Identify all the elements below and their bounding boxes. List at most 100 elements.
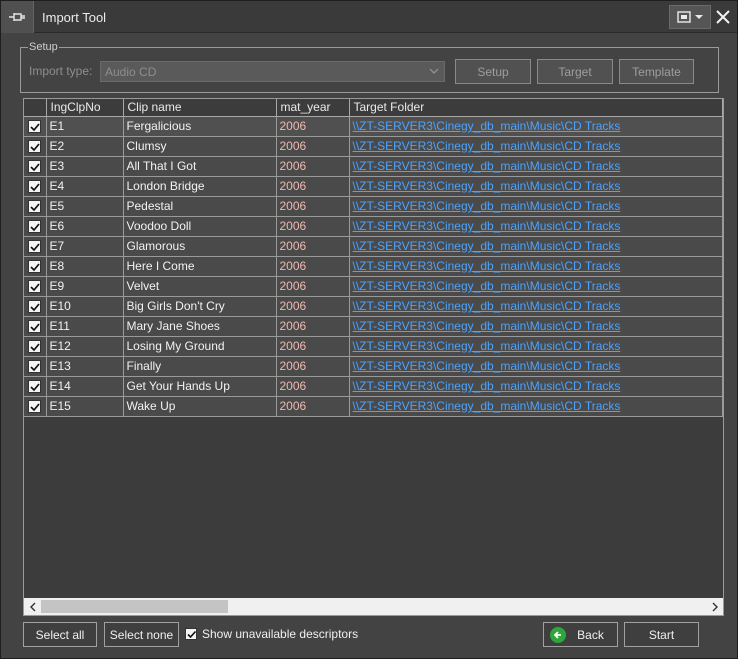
- cell-target-folder-link[interactable]: \\ZT-SERVER3\Cinegy_db_main\Music\CD Tra…: [349, 196, 723, 217]
- cell-clip-name: Glamorous: [123, 236, 277, 257]
- table-row[interactable]: E11 Mary Jane Shoes 2006 \\ZT-SERVER3\Cineg…: [24, 316, 723, 337]
- cell-mat-year: 2006: [276, 176, 350, 197]
- row-checkbox[interactable]: [24, 156, 47, 177]
- checkbox[interactable]: [28, 300, 42, 314]
- cell-target-folder-link[interactable]: \\ZT-SERVER3\Cinegy_db_main\Music\CD Tra…: [349, 296, 723, 317]
- cell-ingclpno: E2: [46, 136, 124, 157]
- table-row[interactable]: E5 Pedestal 2006 \\ZT-SERVER3\Cinegy_db_mai…: [24, 196, 723, 217]
- cell-target-folder-link[interactable]: \\ZT-SERVER3\Cinegy_db_main\Music\CD Tra…: [349, 316, 723, 337]
- cell-ingclpno: E13: [46, 356, 124, 377]
- row-checkbox[interactable]: [24, 316, 47, 337]
- scroll-right-icon[interactable]: [706, 598, 723, 615]
- select-all-button[interactable]: Select all: [23, 622, 97, 647]
- cell-target-folder-link[interactable]: \\ZT-SERVER3\Cinegy_db_main\Music\CD Tra…: [349, 236, 723, 257]
- import-type-select[interactable]: Audio CD: [100, 61, 445, 82]
- cell-target-folder-link[interactable]: \\ZT-SERVER3\Cinegy_db_main\Music\CD Tra…: [349, 156, 723, 177]
- select-none-button[interactable]: Select none: [104, 622, 179, 647]
- checkbox[interactable]: [28, 380, 42, 394]
- cell-target-folder-link[interactable]: \\ZT-SERVER3\Cinegy_db_main\Music\CD Tra…: [349, 136, 723, 157]
- row-checkbox[interactable]: [24, 136, 47, 157]
- table-row[interactable]: E2 Clumsy 2006 \\ZT-SERVER3\Cinegy_db_main\…: [24, 136, 723, 157]
- cell-ingclpno: E1: [46, 116, 124, 137]
- cell-mat-year: 2006: [276, 316, 350, 337]
- table-row[interactable]: E3 All That I Got 2006 \\ZT-SERVER3\Cinegy_…: [24, 156, 723, 177]
- checkbox[interactable]: [28, 140, 42, 154]
- checkbox[interactable]: [28, 260, 42, 274]
- table-row[interactable]: E4 London Bridge 2006 \\ZT-SERVER3\Cinegy_d…: [24, 176, 723, 197]
- table-row[interactable]: E15 Wake Up 2006 \\ZT-SERVER3\Cinegy_db_mai…: [24, 396, 723, 417]
- row-checkbox[interactable]: [24, 376, 47, 397]
- row-checkbox[interactable]: [24, 256, 47, 277]
- setup-legend: Setup: [28, 41, 59, 53]
- cell-target-folder-link[interactable]: \\ZT-SERVER3\Cinegy_db_main\Music\CD Tra…: [349, 336, 723, 357]
- back-button[interactable]: Back: [543, 622, 618, 647]
- cell-clip-name: London Bridge: [123, 176, 277, 197]
- row-checkbox[interactable]: [24, 276, 47, 297]
- cell-clip-name: All That I Got: [123, 156, 277, 177]
- cell-target-folder-link[interactable]: \\ZT-SERVER3\Cinegy_db_main\Music\CD Tra…: [349, 256, 723, 277]
- checkbox[interactable]: [28, 120, 42, 134]
- header-mat-year[interactable]: mat_year: [276, 99, 350, 117]
- checkbox[interactable]: [28, 400, 42, 414]
- table-header: IngClpNo Clip name mat_year Target Folde…: [24, 99, 723, 117]
- cell-target-folder-link[interactable]: \\ZT-SERVER3\Cinegy_db_main\Music\CD Tra…: [349, 276, 723, 297]
- checkbox[interactable]: [28, 160, 42, 174]
- row-checkbox[interactable]: [24, 216, 47, 237]
- row-checkbox[interactable]: [24, 116, 47, 137]
- horizontal-scrollbar[interactable]: [24, 598, 723, 615]
- scrollbar-thumb[interactable]: [41, 600, 228, 613]
- cell-mat-year: 2006: [276, 376, 350, 397]
- table-row[interactable]: E9 Velvet 2006 \\ZT-SERVER3\Cinegy_db_main\…: [24, 276, 723, 297]
- header-ingclpno[interactable]: IngClpNo: [46, 99, 124, 117]
- cell-mat-year: 2006: [276, 136, 350, 157]
- cell-target-folder-link[interactable]: \\ZT-SERVER3\Cinegy_db_main\Music\CD Tra…: [349, 396, 723, 417]
- checkbox[interactable]: [28, 360, 42, 374]
- table-row[interactable]: E8 Here I Come 2006 \\ZT-SERVER3\Cinegy_db_…: [24, 256, 723, 277]
- row-checkbox[interactable]: [24, 356, 47, 377]
- row-checkbox[interactable]: [24, 176, 47, 197]
- show-unavailable-checkbox[interactable]: [185, 628, 197, 640]
- clips-table: IngClpNo Clip name mat_year Target Folde…: [24, 99, 723, 417]
- settings-menu-button[interactable]: [669, 5, 711, 29]
- table-row[interactable]: E10 Big Girls Don't Cry 2006 \\ZT-SERVER3\C…: [24, 296, 723, 317]
- cell-ingclpno: E3: [46, 156, 124, 177]
- cell-clip-name: Voodoo Doll: [123, 216, 277, 237]
- cell-target-folder-link[interactable]: \\ZT-SERVER3\Cinegy_db_main\Music\CD Tra…: [349, 176, 723, 197]
- cell-target-folder-link[interactable]: \\ZT-SERVER3\Cinegy_db_main\Music\CD Tra…: [349, 376, 723, 397]
- checkbox[interactable]: [28, 200, 42, 214]
- start-button[interactable]: Start: [624, 622, 699, 647]
- checkbox[interactable]: [28, 320, 42, 334]
- table-row[interactable]: E1 Fergalicious 2006 \\ZT-SERVER3\Cinegy_db…: [24, 116, 723, 137]
- cell-target-folder-link[interactable]: \\ZT-SERVER3\Cinegy_db_main\Music\CD Tra…: [349, 116, 723, 137]
- table-row[interactable]: E14 Get Your Hands Up 2006 \\ZT-SERVER3\Cin…: [24, 376, 723, 397]
- scroll-left-icon[interactable]: [24, 598, 41, 615]
- row-checkbox[interactable]: [24, 396, 47, 417]
- checkbox[interactable]: [28, 220, 42, 234]
- header-checkbox[interactable]: [24, 99, 47, 117]
- row-checkbox[interactable]: [24, 196, 47, 217]
- row-checkbox[interactable]: [24, 236, 47, 257]
- checkbox[interactable]: [28, 240, 42, 254]
- import-type-value: Audio CD: [105, 65, 157, 79]
- table-row[interactable]: E6 Voodoo Doll 2006 \\ZT-SERVER3\Cinegy_db_…: [24, 216, 723, 237]
- pin-icon[interactable]: [1, 1, 34, 33]
- template-button[interactable]: Template: [619, 59, 694, 84]
- row-checkbox[interactable]: [24, 296, 47, 317]
- table-row[interactable]: E12 Losing My Ground 2006 \\ZT-SERVER3\Cine…: [24, 336, 723, 357]
- table-row[interactable]: E13 Finally 2006 \\ZT-SERVER3\Cinegy_db_mai…: [24, 356, 723, 377]
- target-button[interactable]: Target: [537, 59, 613, 84]
- checkbox[interactable]: [28, 280, 42, 294]
- row-checkbox[interactable]: [24, 336, 47, 357]
- cell-ingclpno: E9: [46, 276, 124, 297]
- cell-target-folder-link[interactable]: \\ZT-SERVER3\Cinegy_db_main\Music\CD Tra…: [349, 356, 723, 377]
- header-target-folder[interactable]: Target Folder: [349, 99, 723, 117]
- table-row[interactable]: E7 Glamorous 2006 \\ZT-SERVER3\Cinegy_db_ma…: [24, 236, 723, 257]
- checkbox[interactable]: [28, 180, 42, 194]
- header-clip-name[interactable]: Clip name: [123, 99, 277, 117]
- checkbox[interactable]: [28, 340, 42, 354]
- setup-button[interactable]: Setup: [455, 59, 531, 84]
- close-icon[interactable]: [712, 5, 734, 29]
- cell-mat-year: 2006: [276, 396, 350, 417]
- cell-target-folder-link[interactable]: \\ZT-SERVER3\Cinegy_db_main\Music\CD Tra…: [349, 216, 723, 237]
- show-unavailable-toggle[interactable]: Show unavailable descriptors: [185, 627, 358, 641]
